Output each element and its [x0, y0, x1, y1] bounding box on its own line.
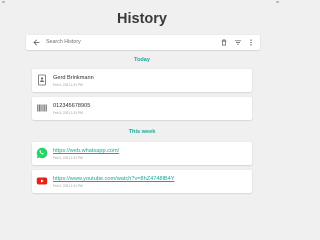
search-input[interactable]: Search History	[46, 39, 81, 45]
item-title: Gerd Brinkmann	[53, 75, 94, 81]
item-date: Feb 4, 2021 1:31 PM	[53, 111, 83, 115]
status-indicator	[2, 1, 5, 3]
list-item[interactable]: Gerd Brinkmann Feb 4, 2021 1:31 PM	[32, 69, 252, 92]
list-item[interactable]: https://www.youtube.com/watch?v=8hZ4748l…	[32, 170, 252, 193]
whatsapp-icon	[36, 147, 48, 159]
list-item[interactable]: 012345678905 Feb 4, 2021 1:31 PM	[32, 97, 252, 120]
item-link[interactable]: https://web.whatsapp.com/	[53, 148, 119, 154]
search-bar[interactable]: Search History	[26, 35, 260, 50]
item-date: Feb 2, 2021 1:31 PM	[53, 156, 83, 160]
item-date: Feb 2, 2021 1:31 PM	[53, 184, 83, 188]
list-item[interactable]: https://web.whatsapp.com/ Feb 2, 2021 1:…	[32, 142, 252, 165]
contact-card-icon	[38, 74, 46, 86]
sort-icon[interactable]	[234, 38, 242, 47]
trash-icon[interactable]	[220, 38, 228, 47]
youtube-icon	[36, 177, 48, 185]
more-vert-icon[interactable]	[247, 38, 255, 47]
item-link[interactable]: https://www.youtube.com/watch?v=8hZ4748l…	[53, 176, 174, 182]
section-header-this-week: This week	[128, 129, 156, 135]
arrow-back-icon[interactable]	[32, 38, 41, 47]
barcode-icon	[37, 104, 47, 112]
status-bar	[0, 0, 284, 6]
section-header-today: Today	[133, 57, 151, 63]
item-date: Feb 4, 2021 1:31 PM	[53, 83, 83, 87]
status-indicator	[276, 1, 279, 3]
item-title: 012345678905	[53, 103, 91, 109]
page-title: History	[117, 11, 167, 27]
